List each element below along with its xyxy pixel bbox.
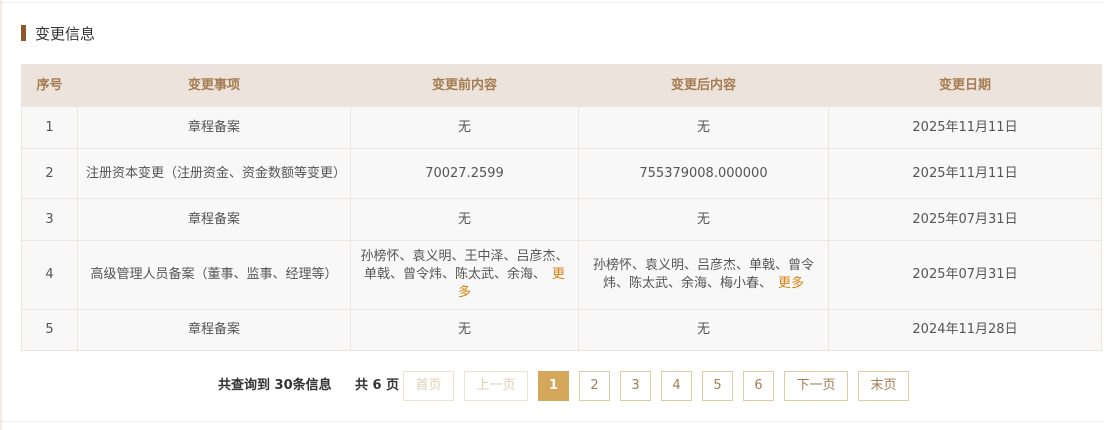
cell-item: 高级管理人员备案（董事、监事、经理等） xyxy=(77,240,351,310)
table-row: 1 章程备案 无 无 2025年11月11日 xyxy=(21,106,1102,149)
cell-before: 无 xyxy=(350,106,579,149)
section-marker xyxy=(21,25,26,41)
table-row: 2 注册资本变更（注册资金、资金数额等变更） 70027.2599 755379… xyxy=(21,148,1102,199)
cell-index: 1 xyxy=(21,106,78,149)
header-item: 变更事项 xyxy=(77,64,351,107)
table-row: 5 章程备案 无 无 2024年11月28日 xyxy=(21,309,1102,351)
first-page-button[interactable]: 首页 xyxy=(403,371,454,401)
change-info-table: 序号 变更事项 变更前内容 变更后内容 变更日期 1 章程备案 无 无 2025… xyxy=(21,64,1102,351)
cell-after: 755379008.000000 xyxy=(578,148,829,199)
cell-index: 3 xyxy=(21,198,78,241)
table-header-row: 序号 变更事项 变更前内容 变更后内容 变更日期 xyxy=(21,64,1102,107)
cell-item: 章程备案 xyxy=(77,198,351,241)
page-4-button[interactable]: 4 xyxy=(661,371,692,401)
header-date: 变更日期 xyxy=(828,64,1102,107)
header-before: 变更前内容 xyxy=(350,64,579,107)
more-link[interactable]: 更多 xyxy=(778,276,804,291)
cell-item: 章程备案 xyxy=(77,309,351,351)
page-1-button[interactable]: 1 xyxy=(538,371,569,401)
cell-date: 2025年07月31日 xyxy=(828,240,1102,310)
page-5-button[interactable]: 5 xyxy=(702,371,733,401)
cell-before: 无 xyxy=(350,309,579,351)
cell-after: 孙榜怀、袁义明、吕彦杰、单戟、曾令炜、陈太武、余海、梅小春、 更多 xyxy=(578,240,829,310)
cell-before: 70027.2599 xyxy=(350,148,579,199)
cell-date: 2025年11月11日 xyxy=(828,148,1102,199)
cell-item: 章程备案 xyxy=(77,106,351,149)
left-border xyxy=(0,0,2,430)
cell-date: 2025年11月11日 xyxy=(828,106,1102,149)
table-row: 4 高级管理人员备案（董事、监事、经理等） 孙榜怀、袁义明、王中泽、吕彦杰、单戟… xyxy=(21,240,1102,310)
cell-item: 注册资本变更（注册资金、资金数额等变更） xyxy=(77,148,351,199)
cell-index: 2 xyxy=(21,148,78,199)
last-page-button[interactable]: 末页 xyxy=(858,371,909,401)
cell-after: 无 xyxy=(578,198,829,241)
bottom-divider xyxy=(2,421,1104,422)
cell-after: 无 xyxy=(578,309,829,351)
section-title: 变更信息 xyxy=(35,24,96,43)
header-index: 序号 xyxy=(21,64,78,107)
section-header: 变更信息 xyxy=(21,23,95,43)
next-page-button[interactable]: 下一页 xyxy=(784,371,848,401)
cell-date: 2025年07月31日 xyxy=(828,198,1102,241)
cell-date: 2024年11月28日 xyxy=(828,309,1102,351)
cell-index: 4 xyxy=(21,240,78,310)
total-count-text: 共查询到 30条信息 xyxy=(218,378,332,393)
page-2-button[interactable]: 2 xyxy=(579,371,610,401)
cell-before: 孙榜怀、袁义明、王中泽、吕彦杰、单戟、曾令炜、陈太武、余海、 更多 xyxy=(350,240,579,310)
table-row: 3 章程备案 无 无 2025年07月31日 xyxy=(21,198,1102,241)
header-after: 变更后内容 xyxy=(578,64,829,107)
before-text: 孙榜怀、袁义明、王中泽、吕彦杰、单戟、曾令炜、陈太武、余海、 xyxy=(360,249,569,282)
page-6-button[interactable]: 6 xyxy=(743,371,774,401)
top-divider xyxy=(2,2,1104,3)
prev-page-button[interactable]: 上一页 xyxy=(464,371,528,401)
cell-after: 无 xyxy=(578,106,829,149)
cell-index: 5 xyxy=(21,309,78,351)
page-3-button[interactable]: 3 xyxy=(620,371,651,401)
cell-before: 无 xyxy=(350,198,579,241)
pagination: 共查询到 30条信息 共 6 页 首页 上一页 1 2 3 4 5 6 下一页 … xyxy=(0,371,1104,401)
total-pages-text: 共 6 页 xyxy=(355,378,400,393)
